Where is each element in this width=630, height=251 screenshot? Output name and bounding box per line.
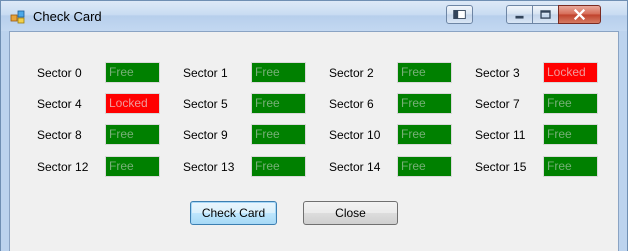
sector-status: Free (397, 93, 452, 114)
sector-label: Sector 4 (37, 97, 82, 111)
window-title: Check Card (33, 9, 102, 24)
sector-status: Free (397, 62, 452, 83)
sector-label: Sector 12 (37, 160, 89, 174)
minimize-icon (515, 15, 524, 19)
minimize-button[interactable] (506, 5, 533, 24)
close-window-button[interactable] (558, 5, 601, 24)
sector-status: Free (251, 93, 306, 114)
sector-label: Sector 8 (37, 128, 82, 142)
sector-label: Sector 13 (183, 160, 235, 174)
sector-label: Sector 11 (475, 128, 526, 142)
maximize-button[interactable] (532, 5, 559, 24)
sector-label: Sector 5 (183, 97, 228, 111)
title-bar[interactable]: Check Card (1, 1, 627, 31)
check-card-button[interactable]: Check Card (190, 201, 277, 225)
sector-label: Sector 6 (329, 97, 374, 111)
app-icon (10, 9, 26, 25)
sector-status: Locked (105, 93, 160, 114)
extra-titlebar-button[interactable] (446, 5, 473, 24)
sector-label: Sector 1 (183, 66, 228, 80)
sector-status: Free (105, 124, 160, 145)
sector-status: Free (397, 156, 452, 177)
maximize-icon (540, 10, 551, 19)
sector-status: Free (543, 156, 598, 177)
sector-status: Free (251, 62, 306, 83)
sector-status: Free (251, 124, 306, 145)
window-icon (453, 10, 466, 19)
sector-status: Free (251, 156, 306, 177)
check-card-window: Check Card Sector 0 Free Sector 1 Free Sec (0, 0, 628, 251)
sector-label: Sector 9 (183, 128, 228, 142)
sector-status: Locked (543, 62, 598, 83)
client-area: Sector 0 Free Sector 1 Free Sector 2 Free Sect… (9, 31, 619, 251)
sector-label: Sector 15 (475, 160, 527, 174)
close-button[interactable]: Close (303, 201, 398, 225)
sector-status: Free (105, 62, 160, 83)
close-icon (573, 8, 586, 21)
sector-label: Sector 10 (329, 128, 381, 142)
sector-label: Sector 7 (475, 97, 520, 111)
sector-label: Sector 14 (329, 160, 381, 174)
sector-status: Free (543, 124, 598, 145)
sector-label: Sector 0 (37, 66, 82, 80)
sector-label: Sector 3 (475, 66, 520, 80)
sector-status: Free (397, 124, 452, 145)
sector-status: Free (543, 93, 598, 114)
sector-status: Free (105, 156, 160, 177)
sector-label: Sector 2 (329, 66, 374, 80)
